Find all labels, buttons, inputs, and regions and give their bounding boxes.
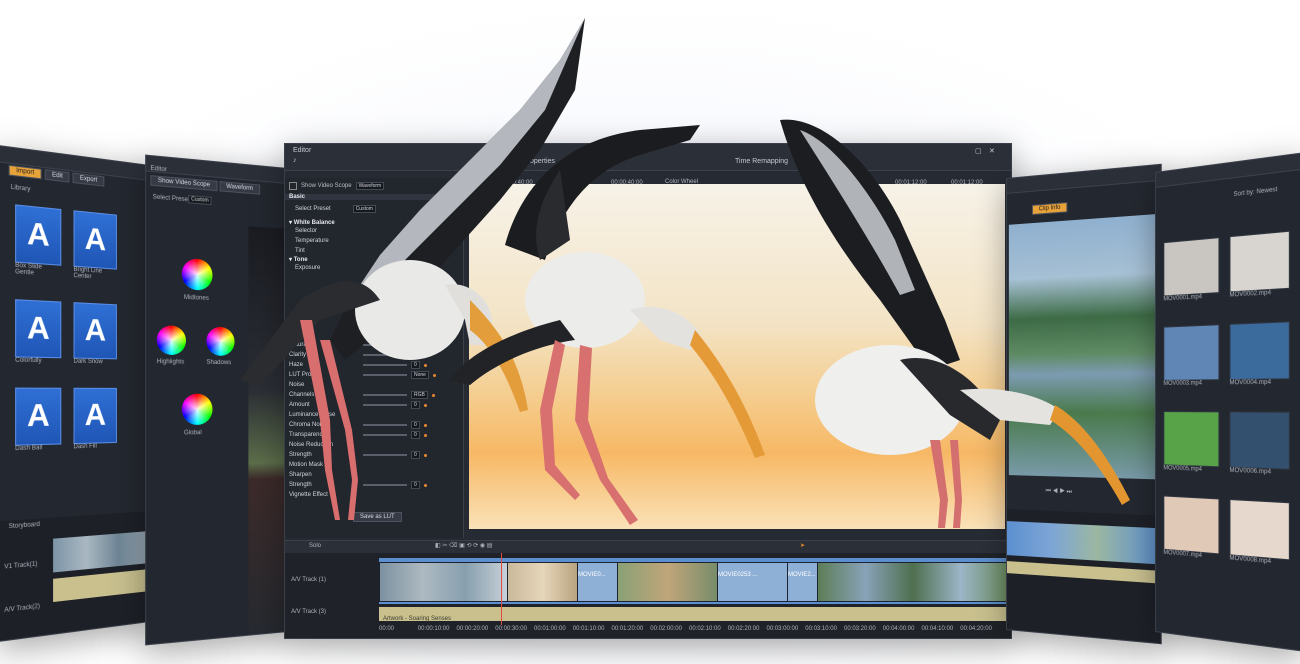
stork-1: [240, 18, 585, 520]
stork-illustration: [0, 0, 1300, 664]
stork-3: [780, 120, 1130, 528]
